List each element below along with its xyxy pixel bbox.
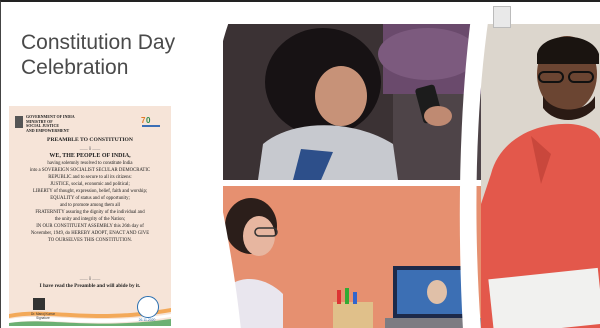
preamble-line: having solemnly resolved to constitute I… [47, 161, 133, 166]
pledge-text: I have read the Preamble and will abide … [39, 283, 141, 289]
preamble-line: into a SOVEREIGN SOCIALIST SECULAR DEMOC… [29, 168, 151, 173]
constitution-day-badge-icon [137, 296, 159, 318]
signatory-photo [33, 298, 45, 310]
preamble-line: FRATERNITY assuring the dignity of the i… [35, 210, 145, 215]
divider: —— oͤ —— [79, 276, 101, 281]
photo-participant-couch [223, 24, 481, 180]
preamble-document: GOVERNMENT OF INDIA MINISTRY OF SOCIAL J… [9, 106, 171, 326]
preamble-line: JUSTICE, social, economic and political; [50, 182, 130, 187]
preamble-line: REPUBLIC and to secure to all its citize… [48, 175, 132, 180]
signatory-name: Dr. Manoj Kumar Signature [31, 312, 55, 320]
preamble-line: November, 1949, do HEREBY ADOPT, ENACT A… [30, 231, 150, 236]
preamble-line: TO OURSELVES THIS CONSTITUTION. [47, 238, 133, 243]
preamble-line: EQUALITY of status and of opportunity; [50, 196, 130, 201]
national-emblem-icon [15, 116, 23, 128]
svg-text:0: 0 [146, 116, 151, 125]
wall-light-fixture [493, 6, 511, 28]
photo-participant-desk [223, 184, 481, 328]
preamble-line: WE, THE PEOPLE OF INDIA, [49, 153, 131, 159]
slide: Constitution Day Celebration GOVERNMENT … [0, 0, 600, 328]
divider: —— oͤ —— [79, 146, 101, 151]
preamble-line: IN OUR CONSTITUENT ASSEMBLY this 26th da… [36, 224, 144, 229]
preamble-line: LIBERTY of thought, expression, belief, … [32, 189, 148, 194]
preamble-title: PREAMBLE TO CONSTITUTION [47, 137, 133, 143]
anniversary-logo-icon: 7 0 [141, 116, 160, 127]
badge-date: 26.11.2020 [138, 318, 156, 322]
preamble-line: the unity and integrity of the Nation; [54, 217, 126, 222]
slide-title: Constitution Day Celebration [21, 31, 176, 79]
preamble-line: and to promote among them all [59, 203, 121, 208]
photo-speaker-reading [481, 24, 600, 328]
document-header: GOVERNMENT OF INDIA MINISTRY OF SOCIAL J… [15, 114, 165, 133]
ministry-name: GOVERNMENT OF INDIA MINISTRY OF SOCIAL J… [26, 114, 75, 133]
preamble-text: WE, THE PEOPLE OF INDIA, having solemnly… [15, 153, 165, 244]
